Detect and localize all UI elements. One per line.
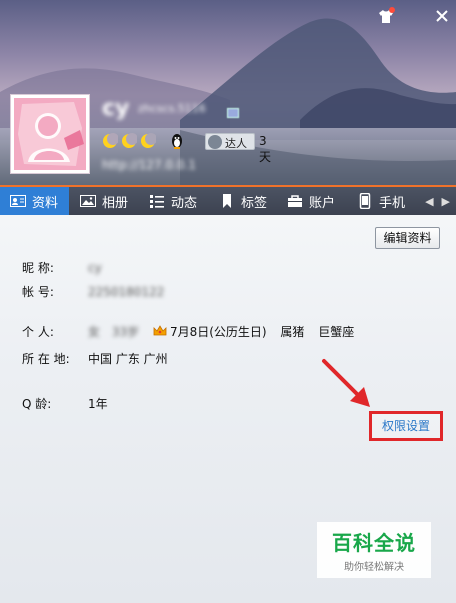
personal-label: 个 人: bbox=[22, 325, 54, 339]
scroll-right-icon[interactable]: ▶ bbox=[442, 195, 450, 208]
header-nickname-extra: zhcscs.5116 bbox=[138, 102, 206, 115]
scroll-left-icon[interactable]: ◀ bbox=[425, 195, 433, 208]
tab-label: 手机 bbox=[379, 195, 406, 211]
location-row: 所 在 地: 中国 广东 广州 bbox=[22, 350, 168, 367]
tab-profile[interactable]: 资料 bbox=[0, 187, 69, 215]
account-value: 2250180122 bbox=[88, 285, 165, 299]
crown-icon bbox=[153, 325, 167, 336]
qage-value: 1年 bbox=[88, 397, 108, 411]
skin-button[interactable] bbox=[376, 6, 396, 26]
avatar[interactable] bbox=[10, 94, 90, 174]
daren-badge[interactable]: 达人 bbox=[205, 133, 259, 150]
moon-icon bbox=[122, 133, 137, 148]
red-arrow-annotation bbox=[322, 359, 370, 407]
profile-header: cy zhcscs.5116 达人 3天 http://127.0.0.1 bbox=[0, 0, 456, 185]
tab-album[interactable]: 相册 bbox=[80, 187, 128, 215]
account-row: 帐 号: 2250180122 bbox=[22, 283, 164, 300]
watermark: 百科全说 助你轻松解决 bbox=[317, 522, 431, 578]
qage-label: Q 龄: bbox=[22, 397, 52, 411]
profile-content: 编辑资料 昵 称: cy 帐 号: 2250180122 个 人: 女 33岁 7月8… bbox=[0, 215, 456, 603]
nickname-row: 昵 称: cy bbox=[22, 259, 102, 276]
briefcase-icon bbox=[288, 195, 302, 207]
tab-account[interactable]: 账户 bbox=[287, 187, 335, 215]
daren-label: 达人 bbox=[225, 137, 247, 150]
account-label: 帐 号: bbox=[22, 285, 54, 299]
notification-dot bbox=[389, 7, 395, 13]
close-button[interactable] bbox=[432, 6, 452, 26]
tab-label: 动态 bbox=[171, 195, 198, 211]
profile-tab-bar: 资料 相册 动态 标签 账户 手机 ◀ ▶ bbox=[0, 185, 456, 215]
header-nickname: cy bbox=[102, 96, 130, 121]
phone-icon bbox=[359, 193, 371, 209]
email-icon[interactable] bbox=[227, 108, 239, 118]
qage-row: Q 龄: 1年 bbox=[22, 395, 108, 412]
penguin-icon[interactable] bbox=[170, 133, 184, 149]
daren-icon bbox=[208, 135, 222, 149]
watermark-title: 百科全说 bbox=[332, 531, 416, 555]
personal-row: 个 人: 女 33岁 7月8日(公历生日) 属猪 巨蟹座 bbox=[22, 323, 354, 340]
moon-icon bbox=[141, 133, 156, 148]
tab-label: 账户 bbox=[309, 195, 336, 211]
avatar-image bbox=[14, 98, 86, 170]
list-icon bbox=[150, 195, 164, 208]
profile-card-icon bbox=[10, 195, 26, 207]
tab-moments[interactable]: 动态 bbox=[149, 187, 197, 215]
birthday-value: 7月8日(公历生日) bbox=[169, 325, 267, 339]
default-avatar-icon bbox=[14, 98, 86, 170]
location-value: 中国 广东 广州 bbox=[88, 352, 168, 366]
header-signature[interactable]: http://127.0.0.1 bbox=[102, 158, 196, 172]
edit-profile-button[interactable]: 编辑资料 bbox=[375, 227, 440, 249]
zodiac-value: 属猪 bbox=[280, 325, 305, 339]
moon-icon bbox=[103, 133, 118, 148]
tab-label: 标签 bbox=[241, 195, 268, 211]
personal-age: 33岁 bbox=[111, 325, 140, 339]
tab-label: 资料 bbox=[32, 195, 59, 211]
tab-scroll-arrows: ◀ ▶ bbox=[425, 187, 450, 215]
watermark-subtitle: 助你轻松解决 bbox=[344, 562, 404, 573]
permission-settings-link[interactable]: 权限设置 bbox=[369, 411, 443, 441]
photo-icon bbox=[80, 195, 96, 207]
tab-label: 相册 bbox=[102, 195, 129, 211]
bookmark-icon bbox=[223, 194, 231, 208]
close-icon bbox=[436, 10, 448, 22]
nickname-value: cy bbox=[88, 261, 102, 275]
location-label: 所 在 地: bbox=[22, 352, 70, 366]
personal-gender: 女 bbox=[88, 325, 101, 339]
tab-phone[interactable]: 手机 bbox=[357, 187, 405, 215]
tab-tags[interactable]: 标签 bbox=[219, 187, 267, 215]
active-days: 3天 bbox=[259, 134, 272, 164]
constellation-value: 巨蟹座 bbox=[318, 325, 355, 339]
nickname-label: 昵 称: bbox=[22, 261, 54, 275]
